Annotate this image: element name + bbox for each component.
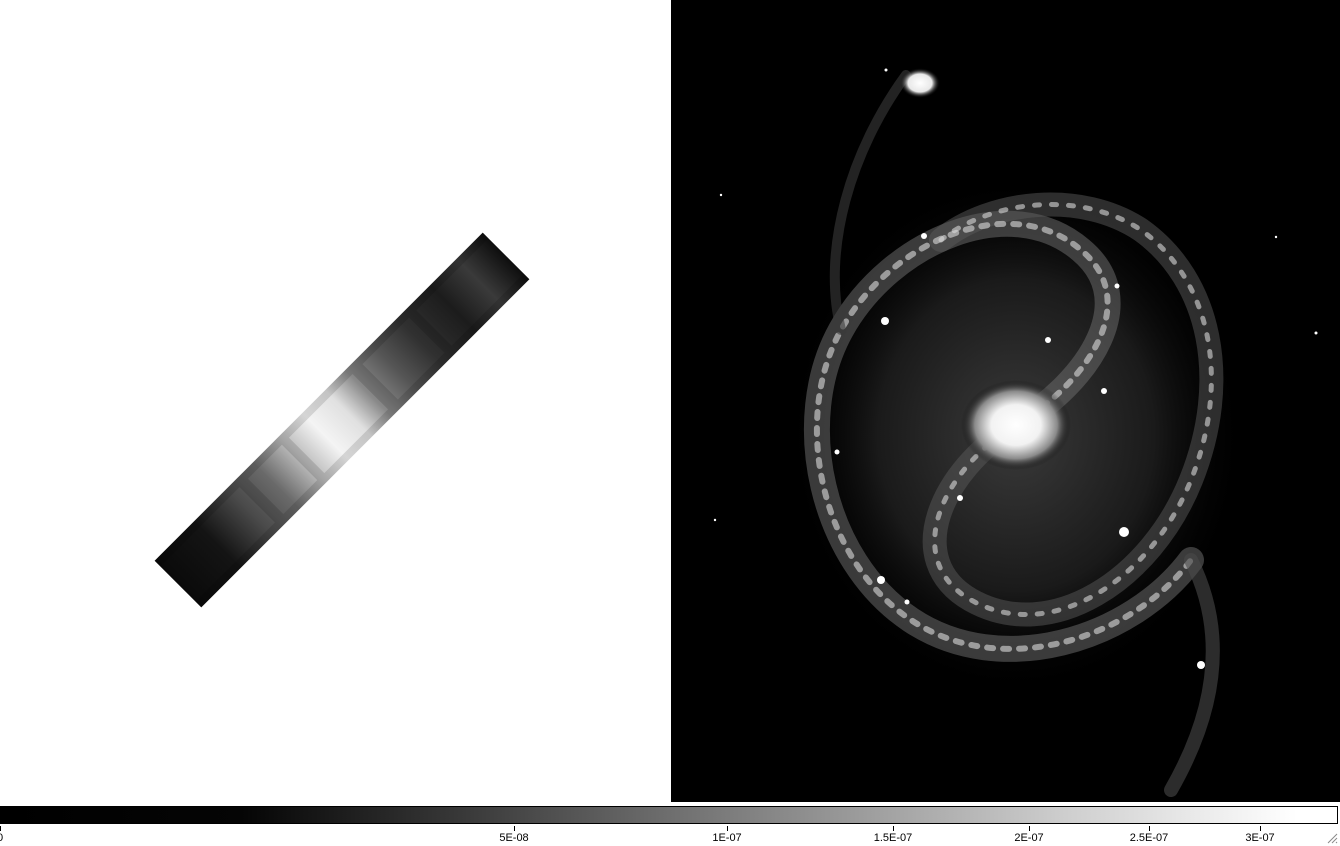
galaxy-core [961, 380, 1071, 470]
colorbar-tick [1149, 826, 1150, 831]
colorbar-tick-label: 5E-08 [499, 832, 529, 844]
slit-image [154, 232, 530, 608]
right-image-frame[interactable] [671, 0, 1340, 802]
slit-strip [154, 232, 530, 608]
colorbar-tick-label: 1.5E-07 [873, 832, 913, 844]
galaxy-image [713, 68, 1318, 797]
colorbar-tick [727, 826, 728, 831]
resize-grip-icon[interactable] [1326, 832, 1338, 844]
colorbar-tick-label: 3E-07 [1245, 832, 1275, 844]
colorbar-tick [514, 826, 515, 831]
colorbar-tick-label: 1E-07 [712, 832, 742, 844]
colorbar-tick [0, 826, 1, 831]
colorbar[interactable] [0, 806, 1338, 824]
companion-galaxy [900, 68, 940, 98]
colorbar-scale: 0 5E-08 1E-07 1.5E-07 2E-07 2.5E-07 3E-0… [0, 826, 1340, 846]
colorbar-tick [893, 826, 894, 831]
colorbar-tick [1260, 826, 1261, 831]
colorbar-tick-label: 2.5E-07 [1129, 832, 1169, 844]
colorbar-tick-label: 2E-07 [1014, 832, 1044, 844]
colorbar-tick [1029, 826, 1030, 831]
colorbar-tick-label: 0 [0, 832, 3, 844]
left-image-frame[interactable] [0, 0, 671, 802]
